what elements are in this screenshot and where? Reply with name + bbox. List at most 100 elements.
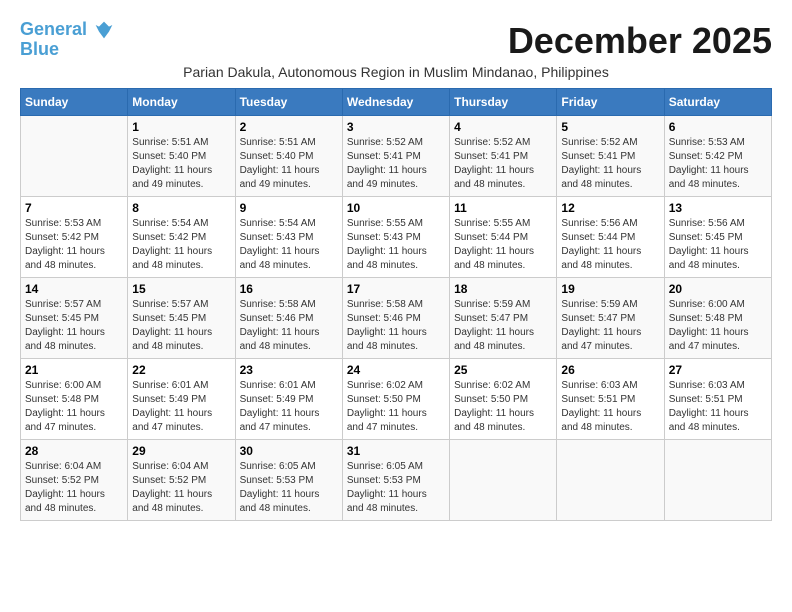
day-info: Sunrise: 5:56 AMSunset: 5:45 PMDaylight:… — [669, 217, 767, 273]
header-day: Monday — [128, 89, 235, 116]
header-row: SundayMondayTuesdayWednesdayThursdayFrid… — [21, 89, 772, 116]
day-info: Sunrise: 5:53 AMSunset: 5:42 PMDaylight:… — [25, 217, 123, 273]
day-number: 5 — [561, 120, 659, 134]
day-number: 8 — [132, 201, 230, 215]
calendar-cell: 3 Sunrise: 5:52 AMSunset: 5:41 PMDaylight… — [342, 116, 449, 197]
calendar-cell: 7 Sunrise: 5:53 AMSunset: 5:42 PMDaylight… — [21, 197, 128, 278]
day-number: 20 — [669, 282, 767, 296]
day-number: 27 — [669, 363, 767, 377]
day-info: Sunrise: 6:04 AMSunset: 5:52 PMDaylight:… — [132, 460, 230, 516]
day-info: Sunrise: 5:53 AMSunset: 5:42 PMDaylight:… — [669, 136, 767, 192]
calendar-cell: 5 Sunrise: 5:52 AMSunset: 5:41 PMDaylight… — [557, 116, 664, 197]
calendar-cell — [450, 440, 557, 521]
day-number: 18 — [454, 282, 552, 296]
day-number: 30 — [240, 444, 338, 458]
day-info: Sunrise: 6:00 AMSunset: 5:48 PMDaylight:… — [669, 298, 767, 354]
calendar-cell: 9 Sunrise: 5:54 AMSunset: 5:43 PMDaylight… — [235, 197, 342, 278]
day-info: Sunrise: 5:51 AMSunset: 5:40 PMDaylight:… — [132, 136, 230, 192]
day-number: 29 — [132, 444, 230, 458]
calendar-cell: 16 Sunrise: 5:58 AMSunset: 5:46 PMDayligh… — [235, 278, 342, 359]
day-number: 4 — [454, 120, 552, 134]
calendar-cell — [664, 440, 771, 521]
day-number: 22 — [132, 363, 230, 377]
day-info: Sunrise: 5:52 AMSunset: 5:41 PMDaylight:… — [347, 136, 445, 192]
calendar-cell: 24 Sunrise: 6:02 AMSunset: 5:50 PMDayligh… — [342, 359, 449, 440]
day-number: 15 — [132, 282, 230, 296]
calendar-cell: 31 Sunrise: 6:05 AMSunset: 5:53 PMDayligh… — [342, 440, 449, 521]
day-info: Sunrise: 6:01 AMSunset: 5:49 PMDaylight:… — [240, 379, 338, 435]
calendar-week-row: 28 Sunrise: 6:04 AMSunset: 5:52 PMDayligh… — [21, 440, 772, 521]
day-number: 28 — [25, 444, 123, 458]
day-number: 9 — [240, 201, 338, 215]
month-title: December 2025 — [508, 20, 772, 62]
day-info: Sunrise: 6:02 AMSunset: 5:50 PMDaylight:… — [454, 379, 552, 435]
header-day: Thursday — [450, 89, 557, 116]
day-info: Sunrise: 6:05 AMSunset: 5:53 PMDaylight:… — [347, 460, 445, 516]
calendar-cell: 8 Sunrise: 5:54 AMSunset: 5:42 PMDaylight… — [128, 197, 235, 278]
header-day: Saturday — [664, 89, 771, 116]
day-info: Sunrise: 5:59 AMSunset: 5:47 PMDaylight:… — [561, 298, 659, 354]
logo-blue: Blue — [20, 40, 114, 60]
day-info: Sunrise: 6:02 AMSunset: 5:50 PMDaylight:… — [347, 379, 445, 435]
day-number: 3 — [347, 120, 445, 134]
calendar-cell: 30 Sunrise: 6:05 AMSunset: 5:53 PMDayligh… — [235, 440, 342, 521]
day-info: Sunrise: 6:00 AMSunset: 5:48 PMDaylight:… — [25, 379, 123, 435]
calendar-cell: 17 Sunrise: 5:58 AMSunset: 5:46 PMDayligh… — [342, 278, 449, 359]
calendar-cell — [557, 440, 664, 521]
day-info: Sunrise: 5:58 AMSunset: 5:46 PMDaylight:… — [240, 298, 338, 354]
header-day: Tuesday — [235, 89, 342, 116]
calendar-cell: 21 Sunrise: 6:00 AMSunset: 5:48 PMDayligh… — [21, 359, 128, 440]
header-day: Friday — [557, 89, 664, 116]
calendar-cell: 28 Sunrise: 6:04 AMSunset: 5:52 PMDayligh… — [21, 440, 128, 521]
day-info: Sunrise: 5:52 AMSunset: 5:41 PMDaylight:… — [454, 136, 552, 192]
calendar-cell: 14 Sunrise: 5:57 AMSunset: 5:45 PMDayligh… — [21, 278, 128, 359]
logo: General Blue — [20, 20, 114, 60]
calendar-week-row: 1 Sunrise: 5:51 AMSunset: 5:40 PMDaylight… — [21, 116, 772, 197]
calendar-cell: 15Sunrise: 5:57 AMSunset: 5:45 PMDayligh… — [128, 278, 235, 359]
day-info: Sunrise: 5:54 AMSunset: 5:42 PMDaylight:… — [132, 217, 230, 273]
day-info: Sunrise: 5:55 AMSunset: 5:44 PMDaylight:… — [454, 217, 552, 273]
calendar-cell: 12 Sunrise: 5:56 AMSunset: 5:44 PMDayligh… — [557, 197, 664, 278]
day-info: Sunrise: 6:04 AMSunset: 5:52 PMDaylight:… — [25, 460, 123, 516]
calendar-cell: 11Sunrise: 5:55 AMSunset: 5:44 PMDayligh… — [450, 197, 557, 278]
day-info: Sunrise: 5:55 AMSunset: 5:43 PMDaylight:… — [347, 217, 445, 273]
day-number: 17 — [347, 282, 445, 296]
day-info: Sunrise: 5:58 AMSunset: 5:46 PMDaylight:… — [347, 298, 445, 354]
calendar-cell: 25 Sunrise: 6:02 AMSunset: 5:50 PMDayligh… — [450, 359, 557, 440]
calendar-cell: 23Sunrise: 6:01 AMSunset: 5:49 PMDayligh… — [235, 359, 342, 440]
day-info: Sunrise: 5:57 AMSunset: 5:45 PMDaylight:… — [25, 298, 123, 354]
day-number: 31 — [347, 444, 445, 458]
calendar-cell: 29 Sunrise: 6:04 AMSunset: 5:52 PMDayligh… — [128, 440, 235, 521]
day-number: 14 — [25, 282, 123, 296]
day-number: 25 — [454, 363, 552, 377]
day-number: 12 — [561, 201, 659, 215]
calendar-cell: 20 Sunrise: 6:00 AMSunset: 5:48 PMDayligh… — [664, 278, 771, 359]
day-info: Sunrise: 6:05 AMSunset: 5:53 PMDaylight:… — [240, 460, 338, 516]
day-info: Sunrise: 6:03 AMSunset: 5:51 PMDaylight:… — [561, 379, 659, 435]
day-info: Sunrise: 6:03 AMSunset: 5:51 PMDaylight:… — [669, 379, 767, 435]
day-number: 16 — [240, 282, 338, 296]
day-number: 7 — [25, 201, 123, 215]
calendar-cell: 4 Sunrise: 5:52 AMSunset: 5:41 PMDaylight… — [450, 116, 557, 197]
calendar-week-row: 14 Sunrise: 5:57 AMSunset: 5:45 PMDayligh… — [21, 278, 772, 359]
calendar-cell: 22Sunrise: 6:01 AMSunset: 5:49 PMDayligh… — [128, 359, 235, 440]
day-number: 1 — [132, 120, 230, 134]
day-number: 6 — [669, 120, 767, 134]
day-number: 24 — [347, 363, 445, 377]
calendar-cell: 1 Sunrise: 5:51 AMSunset: 5:40 PMDaylight… — [128, 116, 235, 197]
day-info: Sunrise: 5:52 AMSunset: 5:41 PMDaylight:… — [561, 136, 659, 192]
calendar-week-row: 21 Sunrise: 6:00 AMSunset: 5:48 PMDayligh… — [21, 359, 772, 440]
day-info: Sunrise: 5:59 AMSunset: 5:47 PMDaylight:… — [454, 298, 552, 354]
day-info: Sunrise: 5:56 AMSunset: 5:44 PMDaylight:… — [561, 217, 659, 273]
calendar-cell: 19Sunrise: 5:59 AMSunset: 5:47 PMDayligh… — [557, 278, 664, 359]
calendar-cell — [21, 116, 128, 197]
subtitle: Parian Dakula, Autonomous Region in Musl… — [20, 64, 772, 80]
day-info: Sunrise: 5:54 AMSunset: 5:43 PMDaylight:… — [240, 217, 338, 273]
calendar-cell: 2Sunrise: 5:51 AMSunset: 5:40 PMDaylight… — [235, 116, 342, 197]
day-number: 10 — [347, 201, 445, 215]
calendar-table: SundayMondayTuesdayWednesdayThursdayFrid… — [20, 88, 772, 521]
logo-text: General — [20, 20, 114, 40]
day-number: 26 — [561, 363, 659, 377]
day-number: 2 — [240, 120, 338, 134]
day-number: 21 — [25, 363, 123, 377]
